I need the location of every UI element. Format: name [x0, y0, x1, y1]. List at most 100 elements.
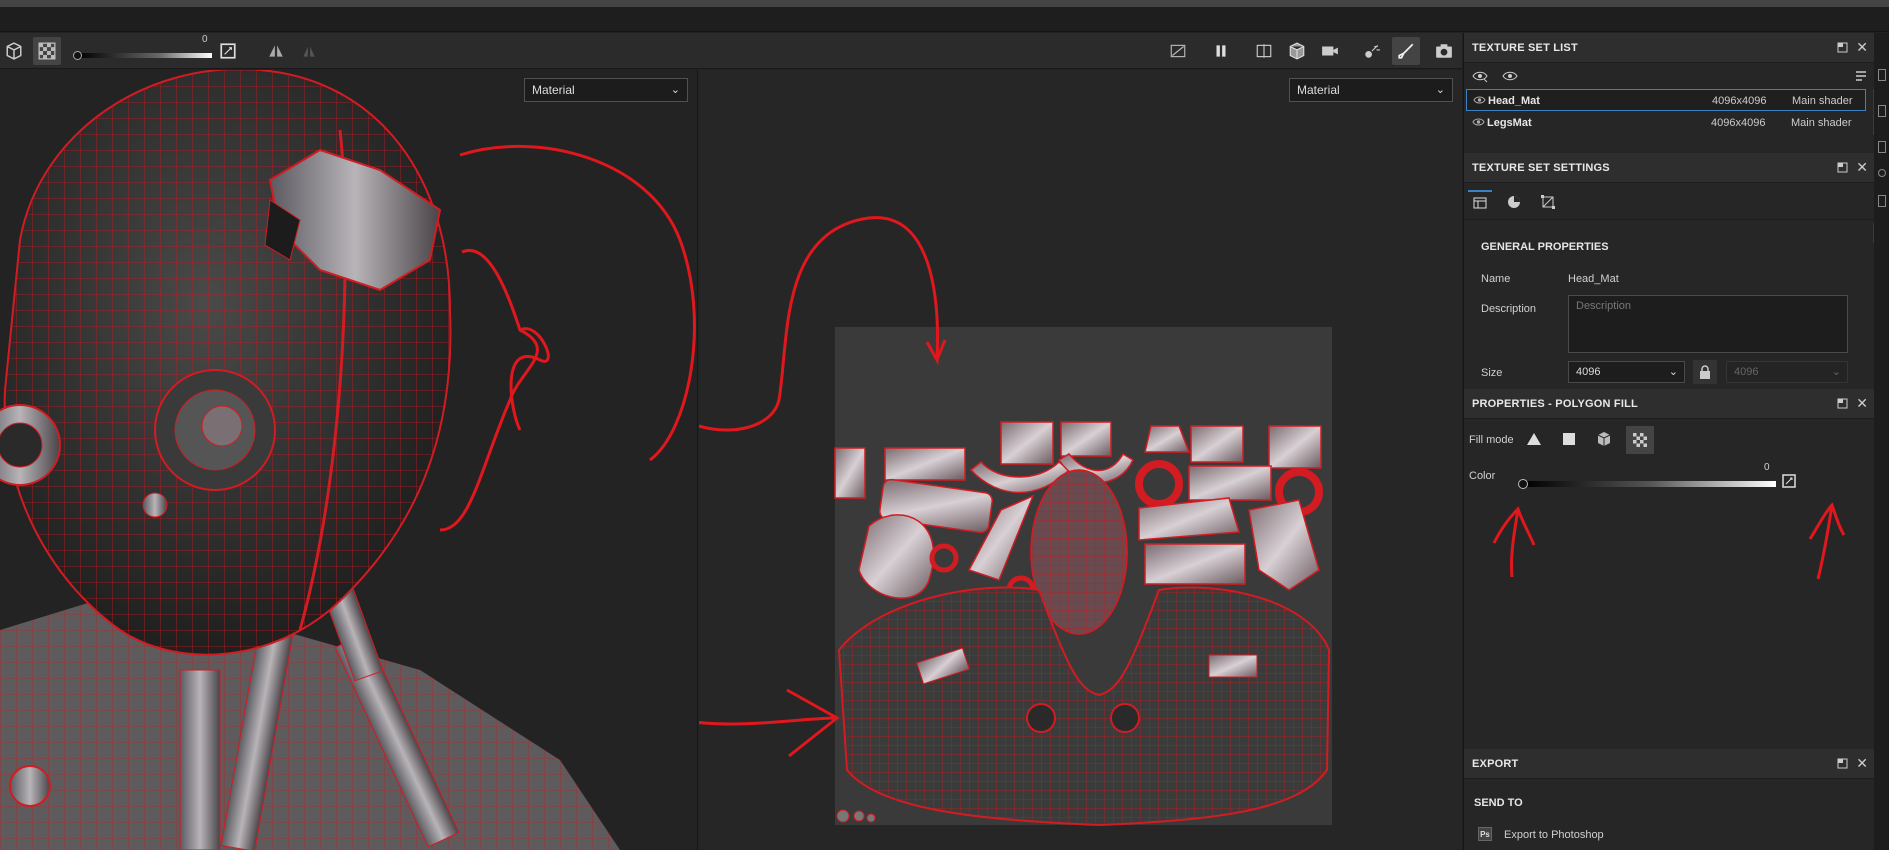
dock-tab-icon[interactable] [1878, 105, 1886, 117]
description-label: Description [1481, 303, 1537, 315]
texture-set-row[interactable]: LegsMat 4096x4096 Main shader [1466, 112, 1866, 134]
undock-icon[interactable] [1837, 162, 1848, 173]
annotation-arrow-left [1492, 506, 1536, 578]
texture-set-name: LegsMat [1487, 117, 1532, 129]
mirror-off-icon[interactable] [295, 37, 323, 65]
chevron-down-icon: ⌄ [1831, 366, 1841, 378]
texture-set-shader: Main shader [1791, 117, 1852, 129]
checker-icon[interactable] [33, 37, 61, 65]
size-linked-value: 4096 [1734, 366, 1759, 378]
viewport-toolbar [0, 33, 1462, 69]
size-linked-select: 4096 ⌄ [1726, 361, 1848, 383]
spray-icon[interactable] [1358, 37, 1386, 65]
tab-general[interactable] [1468, 190, 1492, 214]
uv-layout-render [699, 216, 1332, 827]
brush-icon[interactable] [1392, 37, 1420, 65]
fill-mode-label: Fill mode [1469, 434, 1514, 446]
checker-icon [1633, 433, 1647, 447]
2d-uv-viewport[interactable]: Material ⌄ [699, 70, 1462, 850]
pause-icon[interactable] [1207, 37, 1235, 65]
export-to-photoshop-button[interactable]: Ps Export to Photoshop [1474, 825, 1774, 845]
left-channel-select-value: Material [532, 83, 575, 97]
toolbar-opacity-slider[interactable] [78, 53, 212, 58]
color-value: 0 [1764, 462, 1770, 473]
fill-uv-chunk-button[interactable] [1626, 426, 1654, 454]
color-picker-button[interactable] [1779, 471, 1799, 491]
texture-set-list-title: TEXTURE SET LIST [1472, 42, 1578, 54]
toolbar-slider-knob[interactable] [73, 51, 82, 60]
texture-set-name: Head_Mat [1488, 95, 1540, 107]
export-header: EXPORT ✕ [1464, 749, 1874, 779]
chevron-down-icon: ⌄ [1668, 366, 1678, 378]
name-value: Head_Mat [1568, 273, 1619, 285]
undock-icon[interactable] [1837, 42, 1848, 53]
screenshot-camera-icon[interactable] [1430, 37, 1458, 65]
uv-transform-icon [1541, 195, 1555, 209]
right-channel-select-value: Material [1297, 83, 1340, 97]
hide-icon[interactable] [1164, 37, 1192, 65]
close-icon[interactable]: ✕ [1856, 755, 1868, 772]
visibility-eye-icon[interactable] [1473, 94, 1486, 106]
split-view-icon[interactable] [1250, 37, 1278, 65]
size-select[interactable]: 4096 ⌄ [1568, 361, 1685, 383]
dock-tab-icon[interactable] [1878, 195, 1886, 207]
close-icon[interactable]: ✕ [1856, 159, 1868, 176]
tab-uv[interactable] [1536, 190, 1560, 214]
visibility-eye-icon[interactable] [1472, 116, 1485, 128]
texture-set-list-toolbar [1464, 64, 1874, 88]
annotation-arrow-right [1808, 502, 1846, 580]
texture-set-resolution: 4096x4096 [1711, 117, 1766, 129]
left-channel-select[interactable]: Material ⌄ [524, 78, 688, 102]
color-picker-icon[interactable] [214, 37, 242, 65]
color-label: Color [1469, 470, 1496, 482]
send-to-heading: SEND TO [1474, 797, 1523, 809]
fill-triangle-button[interactable] [1522, 427, 1546, 451]
color-slider-knob[interactable] [1518, 479, 1528, 489]
fill-mesh-button[interactable] [1592, 427, 1616, 451]
dock-tab-icon[interactable] [1878, 141, 1886, 153]
eye-toggle-icon[interactable] [1472, 69, 1488, 83]
general-properties-heading: GENERAL PROPERTIES [1481, 241, 1609, 253]
window-top-strip [0, 0, 1889, 7]
fill-polygon-button[interactable] [1557, 427, 1581, 451]
cube-icon [1597, 432, 1611, 446]
close-icon[interactable]: ✕ [1856, 39, 1868, 56]
3d-viewport[interactable]: Material ⌄ [0, 70, 698, 850]
eye-icon[interactable] [1502, 69, 1518, 83]
export-title: EXPORT [1472, 758, 1519, 770]
texture-set-resolution: 4096x4096 [1712, 95, 1767, 107]
color-picker-icon [1782, 474, 1796, 488]
bake-icon [1508, 196, 1520, 208]
dock-tab-icon[interactable] [1878, 169, 1886, 177]
mirror-icon[interactable] [262, 37, 290, 65]
chevron-down-icon: ⌄ [670, 84, 680, 96]
close-icon[interactable]: ✕ [1856, 395, 1868, 412]
right-panel: TEXTURE SET LIST ✕ Head_Mat 4096x4096 Ma… [1463, 33, 1889, 850]
lock-icon[interactable] [1693, 360, 1717, 384]
menu-icon[interactable] [1854, 69, 1868, 83]
polygon-fill-header: PROPERTIES - POLYGON FILL ✕ [1464, 389, 1874, 419]
camera-icon[interactable] [1316, 37, 1344, 65]
name-label: Name [1481, 273, 1511, 285]
undock-icon[interactable] [1837, 398, 1848, 409]
undock-icon[interactable] [1837, 758, 1848, 769]
settings-tabs [1464, 184, 1874, 220]
3d-view-icon[interactable] [1283, 37, 1311, 65]
export-to-photoshop-label: Export to Photoshop [1504, 829, 1604, 841]
dock-tab-icon[interactable] [1878, 69, 1886, 81]
color-slider[interactable] [1524, 481, 1776, 487]
toolbar-slider-value: 0 [202, 34, 208, 45]
triangle-icon [1527, 433, 1541, 445]
side-dock-strip [1874, 33, 1889, 850]
photoshop-icon: Ps [1478, 827, 1492, 841]
texture-set-row[interactable]: Head_Mat 4096x4096 Main shader [1466, 89, 1866, 111]
right-channel-select[interactable]: Material ⌄ [1289, 78, 1453, 102]
tab-bake[interactable] [1502, 190, 1526, 214]
texture-set-settings-title: TEXTURE SET SETTINGS [1472, 162, 1610, 174]
cube-view-icon[interactable] [0, 37, 28, 65]
size-select-value: 4096 [1576, 366, 1601, 378]
description-field[interactable]: Description [1568, 295, 1848, 353]
size-label: Size [1481, 367, 1503, 379]
menu-bar-area [0, 7, 1889, 32]
settings-table-icon [1473, 197, 1487, 209]
